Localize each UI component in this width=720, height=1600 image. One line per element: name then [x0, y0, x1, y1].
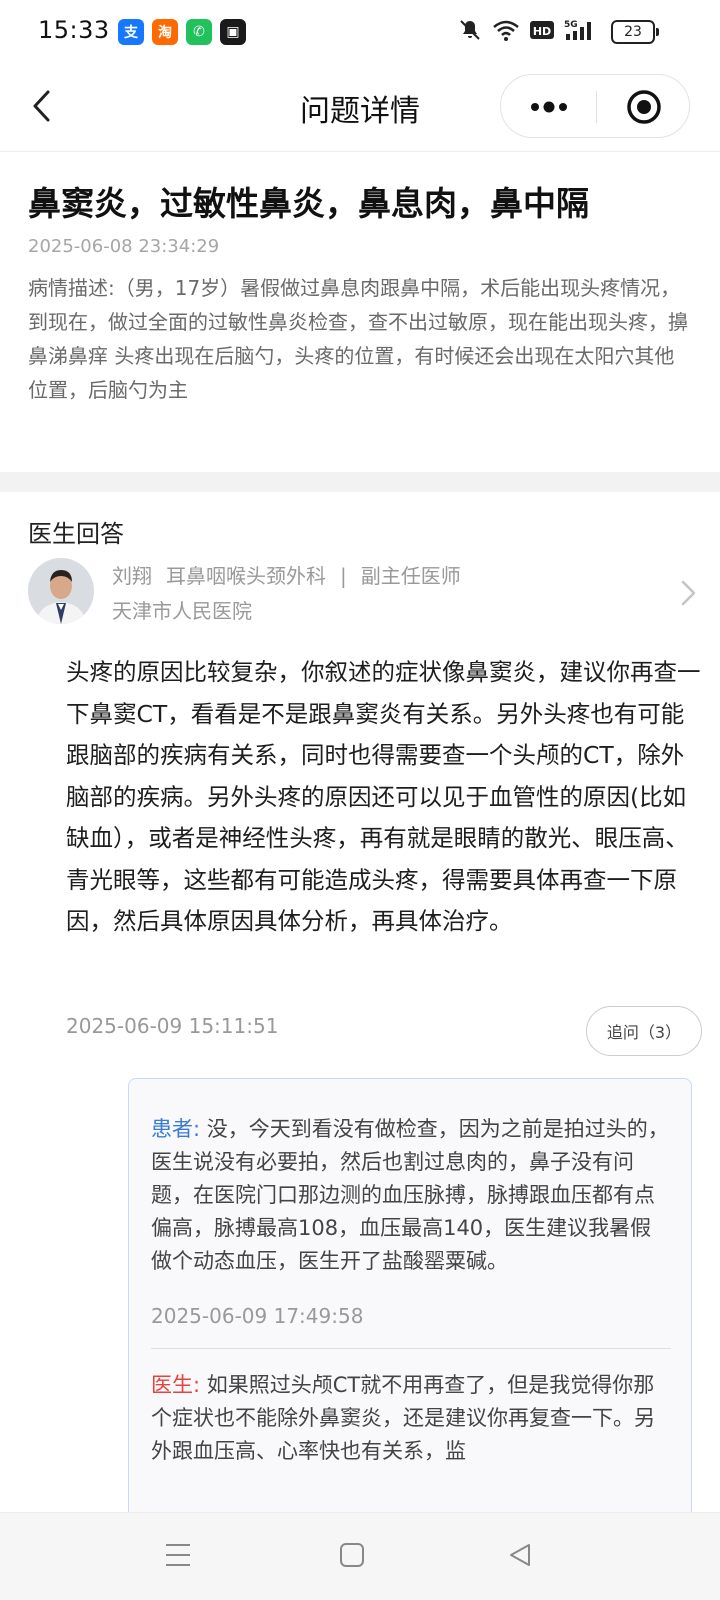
hd-icon: HD: [530, 21, 554, 39]
doctor-portrait-icon: [28, 558, 94, 624]
question-section: 鼻窦炎，过敏性鼻炎，鼻息肉，鼻中隔 2025-06-08 23:34:29 病情…: [0, 152, 720, 472]
status-indicators: HD 5G: [458, 18, 596, 42]
doctor-message: 医生: 如果照过头颅CT就不用再查了，但是我觉得你那个症状也不能除外鼻窦炎，还是…: [151, 1369, 671, 1468]
wifi-icon: [493, 20, 519, 41]
answer-time: 2025-06-09 15:11:51: [66, 1014, 279, 1038]
more-dots-icon: [530, 101, 567, 113]
doctor-name: 刘翔: [112, 564, 152, 588]
patient-message-time: 2025-06-09 17:49:58: [151, 1304, 364, 1328]
nav-bar: 问题详情: [0, 64, 720, 152]
notification-app-icons: 支 淘 ✆ ▣: [118, 19, 246, 45]
doctor-role-label: 医生:: [151, 1373, 201, 1397]
home-button[interactable]: [332, 1535, 372, 1575]
doctor-info-line: 刘翔 耳鼻咽喉头颈外科 | 副主任医师: [112, 560, 475, 589]
system-back-button[interactable]: [500, 1535, 540, 1575]
question-description: 病情描述:（男，17岁）暑假做过鼻息肉跟鼻中隔，术后能出现头疼情况，到现在，做过…: [28, 276, 688, 402]
target-close-icon: [627, 90, 661, 124]
question-time: 2025-06-08 23:34:29: [28, 236, 220, 257]
alipay-app-icon: 支: [118, 19, 144, 45]
more-button[interactable]: [501, 75, 596, 139]
taobao-app-icon: 淘: [152, 19, 178, 45]
mini-program-capsule: [500, 74, 690, 138]
close-mini-program-button[interactable]: [597, 75, 691, 139]
doctor-message-text: 如果照过头颅CT就不用再查了，但是我觉得你那个症状也不能除外鼻窦炎，还是建议你再…: [151, 1373, 655, 1463]
doctor-hospital: 天津市人民医院: [112, 599, 252, 623]
doctor-profile-row[interactable]: 刘翔 耳鼻咽喉头颈外科 | 副主任医师 天津市人民医院: [28, 558, 700, 628]
recorder-app-icon: ▣: [220, 19, 246, 45]
home-square-icon: [340, 1543, 364, 1567]
info-separator: |: [340, 564, 347, 588]
doctor-title: 副主任医师: [360, 564, 461, 588]
phone-app-icon: ✆: [186, 19, 212, 45]
back-triangle-icon: [510, 1544, 530, 1566]
message-divider: [151, 1348, 671, 1349]
patient-message-text: 没，今天到看没有做检查，因为之前是拍过头的，医生说没有必要拍，然后也割过息肉的，…: [151, 1117, 669, 1273]
menu-button[interactable]: [158, 1535, 198, 1575]
system-nav-bar: [0, 1512, 720, 1600]
answer-text: 头疼的原因比较复杂，你叙述的症状像鼻窦炎，建议你再查一下鼻窦CT，看看是不是跟鼻…: [66, 658, 701, 935]
status-time: 15:33: [38, 16, 110, 44]
section-divider: [0, 472, 720, 492]
patient-message: 患者: 没，今天到看没有做检查，因为之前是拍过头的，医生说没有必要拍，然后也割过…: [151, 1113, 671, 1278]
svg-text:HD: HD: [533, 25, 551, 38]
menu-lines-icon: [166, 1544, 190, 1566]
doctor-avatar: [28, 558, 94, 624]
battery-indicator: 23: [611, 20, 659, 44]
patient-role-label: 患者:: [151, 1117, 201, 1141]
svg-text:5G: 5G: [564, 20, 578, 30]
mute-bell-icon: [460, 20, 480, 40]
status-bar: 15:33 支 淘 ✆ ▣ HD 5G 23: [0, 0, 720, 64]
doctor-department: 耳鼻咽喉头颈外科: [166, 564, 326, 588]
chevron-right-icon: [681, 580, 696, 606]
question-title: 鼻窦炎，过敏性鼻炎，鼻息肉，鼻中隔: [28, 184, 589, 223]
signal-5g-icon: 5G: [564, 20, 591, 40]
followup-button[interactable]: 追问（3）: [586, 1006, 702, 1056]
answer-header: 医生回答: [28, 520, 124, 548]
